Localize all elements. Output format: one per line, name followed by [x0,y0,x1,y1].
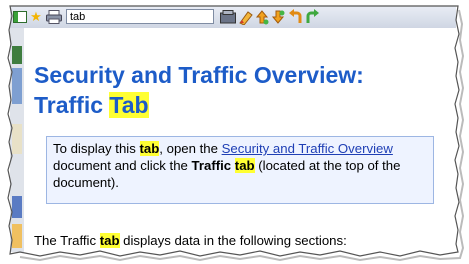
print-icon[interactable] [46,9,62,25]
help-toolbar: ★ tab [10,6,456,29]
help-viewer-window: ★ tab Security and Traffic Overview: Tra… [10,6,456,252]
para-text: The Traffic [34,233,100,248]
forward-icon[interactable] [304,9,320,25]
search-highlight: tab [234,158,255,173]
highlight-pen-icon[interactable] [238,9,254,25]
body-paragraph: The Traffic tab displays data in the fol… [34,232,454,250]
search-highlight: tab [139,141,160,156]
note-text: To display this [53,141,140,156]
background-window-edge [10,28,25,252]
title-line1: Security and Traffic Overview: [34,62,364,88]
search-highlight: tab [99,233,120,248]
note-text: document and click the [53,158,192,173]
search-go-icon[interactable] [220,9,236,25]
back-icon[interactable] [288,9,304,25]
previous-hit-icon[interactable] [254,9,270,25]
show-navigation-icon[interactable] [12,9,28,25]
security-traffic-overview-link[interactable]: Security and Traffic Overview [222,141,393,156]
help-topic-content: Security and Traffic Overview: Traffic T… [24,28,456,252]
next-hit-icon[interactable] [270,9,286,25]
search-input[interactable]: tab [66,9,214,24]
para-text: displays data in the following sections: [119,233,347,248]
search-highlight: Tab [109,92,149,118]
note-bold-traffic: Traffic [191,158,232,173]
info-note-box: To display this tab, open the Security a… [46,136,434,204]
title-line2-prefix: Traffic [34,92,110,118]
note-text: , open the [159,141,222,156]
favorites-star-icon[interactable]: ★ [28,9,44,25]
page-title: Security and Traffic Overview: Traffic T… [34,60,444,120]
